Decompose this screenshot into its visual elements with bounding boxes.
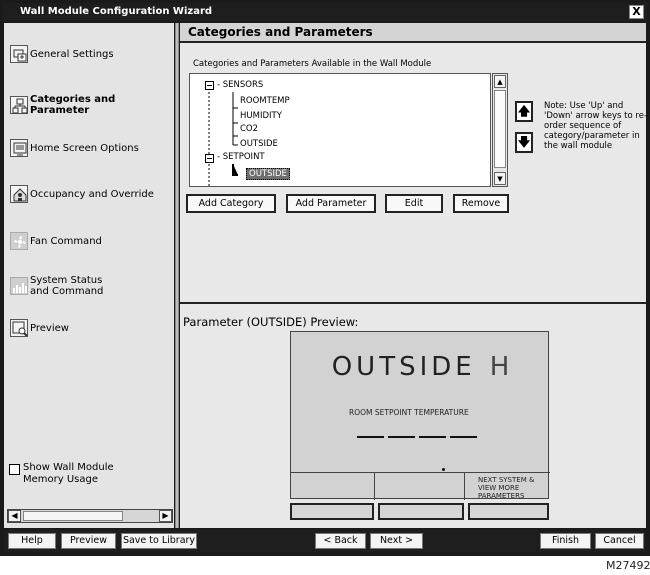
categories-section: Categories and Parameters Categories and…	[180, 23, 648, 300]
sidebar-item-fan-command[interactable]: Fan Command	[4, 226, 174, 256]
preview-icon	[10, 319, 28, 337]
memory-usage-option[interactable]: Show Wall Module Memory Usage	[9, 462, 133, 486]
title-bar: Wall Module Configuration Wizard X	[3, 3, 647, 21]
softkey-1	[291, 473, 375, 500]
tree-vertical-scrollbar[interactable]: ▲ ▼	[492, 73, 508, 187]
sidebar-item-preview[interactable]: Preview	[4, 313, 174, 343]
softkey-2	[375, 473, 465, 500]
help-button[interactable]: Help	[8, 533, 56, 549]
scroll-thumb[interactable]	[494, 90, 506, 168]
scroll-thumb[interactable]	[23, 511, 123, 521]
sidebar-item-label: Fan Command	[30, 235, 102, 247]
back-button[interactable]: < Back	[315, 533, 366, 549]
wall-module-button-left	[290, 503, 374, 520]
general-settings-icon	[10, 45, 28, 63]
tree-param-outside[interactable]: OUTSIDE	[240, 139, 278, 150]
sidebar-item-label: Home Screen Options	[30, 142, 139, 154]
home-screen-icon	[10, 139, 28, 157]
wizard-window: Wall Module Configuration Wizard X Gener…	[0, 0, 650, 556]
wall-module-screen: OUTSIDE H ROOM SETPOINT TEMPERATURE NEXT …	[290, 331, 550, 500]
fan-icon	[10, 232, 28, 250]
cancel-button[interactable]: Cancel	[595, 533, 644, 549]
move-down-button[interactable]: 🡇	[515, 132, 533, 153]
remove-button[interactable]: Remove	[453, 194, 509, 213]
expand-setpoint-icon[interactable]	[205, 154, 214, 163]
value-digit-placeholder	[357, 436, 384, 438]
finish-button[interactable]: Finish	[540, 533, 591, 549]
preview-unit: H	[489, 352, 510, 382]
value-digit-placeholder	[419, 436, 446, 438]
close-button[interactable]: X	[629, 5, 644, 19]
scroll-right-arrow-icon[interactable]: ▶	[159, 510, 172, 522]
tree-param-roomtemp[interactable]: ROOMTEMP	[240, 96, 290, 107]
sidebar-item-categories[interactable]: Categories and Parameter	[4, 90, 174, 120]
memory-usage-label: Show Wall Module Memory Usage	[23, 462, 114, 485]
tree-caption: Categories and Parameters Available in t…	[193, 59, 432, 69]
tree-param-humidity[interactable]: HUMIDITY	[240, 111, 282, 122]
value-digit-placeholder	[450, 436, 477, 438]
decimal-point	[442, 468, 445, 471]
system-status-icon	[10, 277, 28, 295]
add-category-button[interactable]: Add Category	[186, 194, 276, 213]
tree-param-setpoint-outside[interactable]: OUTSIDE	[246, 168, 290, 180]
sidebar-item-general-settings[interactable]: General Settings	[4, 39, 174, 69]
tree-category-sensors[interactable]: - SENSORS	[217, 80, 263, 91]
section-title: Categories and Parameters	[180, 23, 646, 43]
panel-splitter[interactable]	[175, 23, 179, 528]
save-to-library-button[interactable]: Save to Library	[121, 533, 197, 549]
add-parameter-button[interactable]: Add Parameter	[286, 194, 376, 213]
wall-module-button-right	[468, 503, 549, 520]
reorder-note: Note: Use 'Up' and 'Down' arrow keys to …	[544, 101, 648, 151]
softkey-row: NEXT SYSTEM & VIEW MORE PARAMETERS	[291, 472, 550, 500]
category-tree[interactable]: - SENSORS ROOMTEMP HUMIDITY CO2 OUTSIDE …	[189, 73, 491, 187]
value-digit-placeholder	[388, 436, 415, 438]
scroll-up-arrow-icon[interactable]: ▲	[494, 75, 506, 88]
window-title: Wall Module Configuration Wizard	[20, 6, 213, 17]
sidebar-item-system-status[interactable]: System Status and Command	[4, 269, 174, 303]
sidebar-item-home-screen[interactable]: Home Screen Options	[4, 133, 174, 163]
edit-button[interactable]: Edit	[385, 194, 443, 213]
expand-sensors-icon[interactable]	[205, 81, 214, 90]
next-button[interactable]: Next >	[370, 533, 423, 549]
sidebar-item-occupancy[interactable]: Occupancy and Override	[4, 179, 174, 209]
sidebar-item-label: System Status and Command	[30, 275, 104, 297]
sidebar-item-label: Preview	[30, 322, 69, 334]
sidebar: General Settings Categories and Paramete…	[4, 23, 174, 528]
figure-reference: M27492	[606, 559, 650, 572]
scroll-left-arrow-icon[interactable]: ◀	[8, 510, 21, 522]
move-up-button[interactable]: 🡅	[515, 101, 533, 122]
sidebar-item-label: General Settings	[30, 48, 114, 60]
preview-subtext: ROOM SETPOINT TEMPERATURE	[349, 408, 469, 417]
memory-usage-checkbox[interactable]	[9, 464, 20, 475]
tree-param-co2[interactable]: CO2	[240, 124, 258, 135]
categories-icon	[10, 96, 28, 114]
scroll-down-arrow-icon[interactable]: ▼	[494, 172, 506, 185]
preview-label: Parameter (OUTSIDE) Preview:	[183, 315, 359, 329]
softkey-3-label: NEXT SYSTEM & VIEW MORE PARAMETERS	[478, 476, 535, 500]
occupancy-icon	[10, 185, 28, 203]
sidebar-item-label: Occupancy and Override	[30, 188, 154, 200]
preview-section: Parameter (OUTSIDE) Preview: OUTSIDE H RO…	[180, 302, 646, 528]
sidebar-item-label: Categories and Parameter	[30, 94, 116, 116]
sidebar-horizontal-scrollbar[interactable]: ◀ ▶	[7, 509, 173, 523]
preview-button[interactable]: Preview	[61, 533, 116, 549]
selected-parameter[interactable]: OUTSIDE	[246, 168, 290, 180]
main-panel: Categories and Parameters Categories and…	[180, 23, 648, 528]
preview-main-text: OUTSIDE H	[331, 352, 510, 382]
footer-bar: Help Preview Save to Library < Back Next…	[4, 530, 646, 552]
tree-category-setpoint[interactable]: - SETPOINT	[217, 152, 265, 163]
wall-module-button-middle	[378, 503, 464, 520]
